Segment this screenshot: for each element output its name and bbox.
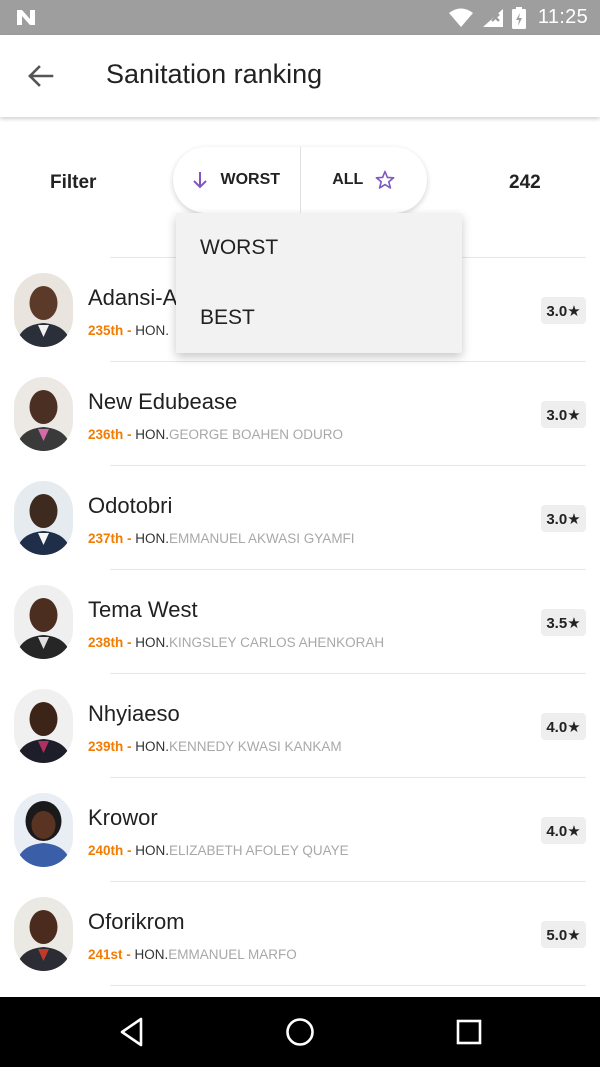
ranking-list: Adansi-A 235th - HON. 3.0★ New Edubease … xyxy=(0,257,600,997)
mp-name: KENNEDY KWASI KANKAM xyxy=(169,739,342,754)
ranking-subline: 241st - HON.EMMANUEL MARFO xyxy=(88,947,297,962)
n-notification-icon xyxy=(17,10,35,25)
wifi-icon xyxy=(448,8,473,27)
list-item[interactable]: New Edubease 236th - HON.GEORGE BOAHEN O… xyxy=(0,361,600,465)
rating-badge: 3.0★ xyxy=(541,401,586,428)
back-triangle-icon[interactable] xyxy=(116,1015,150,1049)
honorific: HON. xyxy=(135,427,170,442)
list-item[interactable]: Odotobri 237th - HON.EMMANUEL AKWASI GYA… xyxy=(0,465,600,569)
system-nav-bar xyxy=(0,997,600,1067)
recents-square-icon[interactable] xyxy=(452,1015,486,1049)
mp-name: KINGSLEY CARLOS AHENKORAH xyxy=(169,635,385,650)
list-item[interactable]: Nhyiaeso 239th - HON.KENNEDY KWASI KANKA… xyxy=(0,673,600,777)
rank-position: 239th - xyxy=(88,739,132,754)
divider xyxy=(110,777,586,778)
constituency-name: Nhyiaeso xyxy=(88,701,180,726)
constituency-name: Oforikrom xyxy=(88,909,185,934)
divider xyxy=(110,985,586,986)
list-item[interactable]: Oforikrom 241st - HON.EMMANUEL MARFO 5.0… xyxy=(0,881,600,985)
rank-position: 238th - xyxy=(88,635,132,650)
rank-position: 236th - xyxy=(88,427,132,442)
avatar xyxy=(14,481,73,555)
arrow-down-icon xyxy=(193,172,208,189)
ranking-subline: 236th - HON.GEORGE BOAHEN ODURO xyxy=(88,427,343,442)
constituency-name: Adansi-A xyxy=(88,285,178,310)
rating-badge: 3.5★ xyxy=(541,609,586,636)
avatar xyxy=(14,897,73,971)
avatar xyxy=(14,689,73,763)
honorific: HON. xyxy=(135,739,170,754)
honorific: HON. xyxy=(135,843,170,858)
honorific: HON. xyxy=(135,531,170,546)
arrow-back-icon[interactable] xyxy=(24,61,56,91)
result-count: 242 xyxy=(509,172,541,193)
ranking-subline: 235th - HON. xyxy=(88,323,169,338)
rating-badge: 4.0★ xyxy=(541,817,586,844)
sort-order-label: WORST xyxy=(220,171,281,188)
app-bar: Sanitation ranking xyxy=(0,35,600,117)
menu-item-best[interactable]: BEST xyxy=(176,283,462,353)
avatar xyxy=(14,793,73,867)
honorific: HON. xyxy=(135,635,170,650)
page-title: Sanitation ranking xyxy=(106,59,323,89)
sort-order-button[interactable]: WORST xyxy=(173,147,301,213)
sort-dropdown-menu: WORST BEST xyxy=(176,213,462,353)
mp-name: EMMANUEL AKWASI GYAMFI xyxy=(169,531,355,546)
ranking-subline: 239th - HON.KENNEDY KWASI KANKAM xyxy=(88,739,342,754)
rank-position: 237th - xyxy=(88,531,132,546)
avatar xyxy=(14,273,73,347)
divider xyxy=(110,465,586,466)
ranking-subline: 238th - HON.KINGSLEY CARLOS AHENKORAH xyxy=(88,635,384,650)
status-time: 11:25 xyxy=(537,6,588,28)
ranking-subline: 240th - HON.ELIZABETH AFOLEY QUAYE xyxy=(88,843,349,858)
constituency-name: New Edubease xyxy=(88,389,238,414)
home-circle-icon[interactable] xyxy=(283,1015,317,1049)
mp-name: EMMANUEL MARFO xyxy=(168,947,297,962)
rating-badge: 3.0★ xyxy=(541,505,586,532)
battery-icon xyxy=(511,6,526,29)
list-item[interactable]: Krowor 240th - HON.ELIZABETH AFOLEY QUAY… xyxy=(0,777,600,881)
rating-badge: 5.0★ xyxy=(541,921,586,948)
avatar xyxy=(14,585,73,659)
scope-label: ALL xyxy=(332,171,364,188)
divider xyxy=(110,673,586,674)
constituency-name: Krowor xyxy=(88,805,158,830)
divider xyxy=(110,881,586,882)
list-item[interactable]: Tema West 238th - HON.KINGSLEY CARLOS AH… xyxy=(0,569,600,673)
divider xyxy=(110,569,586,570)
signal-icon xyxy=(482,8,503,27)
constituency-name: Tema West xyxy=(88,597,198,622)
constituency-name: Odotobri xyxy=(88,493,173,518)
rank-position: 240th - xyxy=(88,843,132,858)
scope-button[interactable]: ALL xyxy=(301,147,428,213)
rating-badge: 3.0★ xyxy=(541,297,586,324)
honorific: HON. xyxy=(135,323,170,338)
star-outline-icon xyxy=(375,170,395,189)
list-item xyxy=(0,985,600,997)
rating-badge: 4.0★ xyxy=(541,713,586,740)
avatar xyxy=(14,377,73,451)
status-bar: 11:25 xyxy=(0,0,600,35)
mp-name: GEORGE BOAHEN ODURO xyxy=(169,427,344,442)
rank-position: 235th - xyxy=(88,323,132,338)
filter-label: Filter xyxy=(50,172,97,193)
honorific: HON. xyxy=(134,947,169,962)
mp-name: ELIZABETH AFOLEY QUAYE xyxy=(169,843,349,858)
menu-item-worst[interactable]: WORST xyxy=(176,213,462,283)
ranking-subline: 237th - HON.EMMANUEL AKWASI GYAMFI xyxy=(88,531,355,546)
filter-toggle: WORST ALL xyxy=(173,147,427,213)
rank-position: 241st - xyxy=(88,947,131,962)
divider xyxy=(110,361,586,362)
